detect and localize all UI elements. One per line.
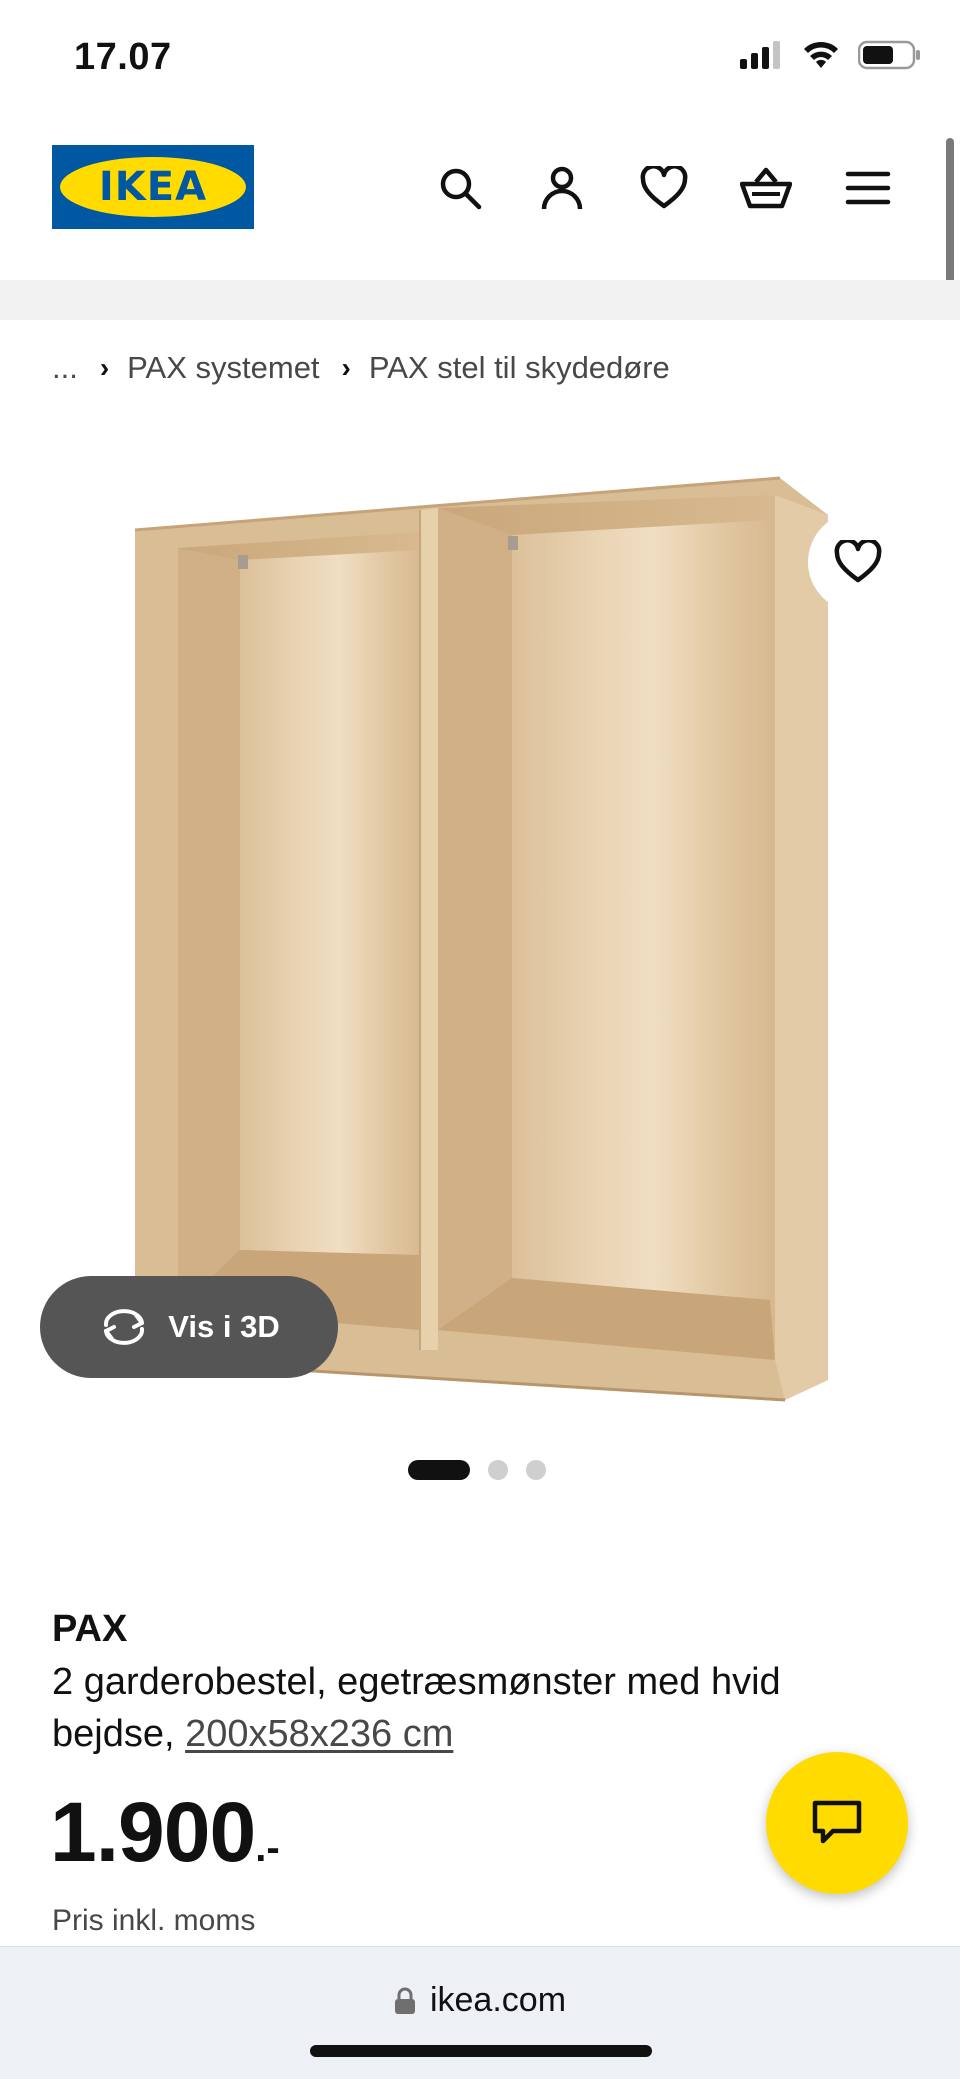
ikea-logo[interactable]: IKEA: [52, 145, 254, 229]
home-indicator[interactable]: [310, 2045, 652, 2057]
header-icons: [430, 158, 898, 218]
basket-button[interactable]: [736, 158, 796, 218]
search-button[interactable]: [430, 158, 490, 218]
url-display[interactable]: ikea.com: [0, 1981, 960, 2020]
wifi-icon: [804, 41, 838, 68]
search-icon: [440, 168, 482, 210]
logo-text: IKEA: [98, 164, 208, 210]
basket-icon: [740, 167, 792, 209]
lock-icon: [394, 1987, 415, 2014]
menu-icon: [845, 171, 891, 205]
breadcrumb-item-pax-system[interactable]: PAX systemet: [127, 350, 319, 386]
signal-icon: [740, 41, 780, 69]
url-text: ikea.com: [429, 1981, 567, 2019]
status-time: 17.07: [74, 36, 172, 78]
status-bar: 17.07: [0, 0, 960, 120]
status-icons: [740, 40, 922, 70]
site-header: IKEA: [0, 120, 960, 280]
account-icon: [541, 166, 583, 210]
view-in-3d-label: Vis i 3D: [168, 1309, 280, 1344]
add-to-favourites-button[interactable]: [808, 512, 908, 612]
chat-button[interactable]: [766, 1752, 908, 1894]
logo-oval: IKEA: [60, 157, 246, 217]
menu-button[interactable]: [838, 158, 898, 218]
breadcrumb-item-pax-frame[interactable]: PAX stel til skydedøre: [369, 350, 670, 386]
battery-icon: [858, 40, 920, 70]
product-size-link[interactable]: 200x58x236 cm: [185, 1713, 453, 1755]
breadcrumb: ... › PAX systemet › PAX stel til skyded…: [52, 350, 670, 386]
chevron-right-icon: ›: [99, 352, 110, 383]
carousel-dot-active[interactable]: [408, 1460, 470, 1480]
price-note: Pris inkl. moms: [52, 1904, 256, 1937]
price-suffix: .-: [255, 1826, 280, 1870]
product-name: PAX: [52, 1608, 128, 1650]
view-in-3d-button[interactable]: Vis i 3D: [40, 1276, 338, 1378]
chat-icon: [812, 1800, 862, 1844]
carousel-indicator: [408, 1460, 546, 1480]
favourites-button[interactable]: [634, 158, 694, 218]
account-button[interactable]: [532, 158, 592, 218]
page-scrollbar[interactable]: [946, 138, 954, 298]
carousel-dot[interactable]: [526, 1460, 546, 1480]
product-price: 1.900 .-: [50, 1790, 280, 1874]
breadcrumb-ellipsis[interactable]: ...: [52, 350, 78, 386]
chevron-right-icon: ›: [341, 352, 351, 383]
heart-icon: [834, 540, 882, 583]
rotate-3d-icon: [104, 1309, 145, 1345]
heart-icon: [640, 166, 688, 209]
price-value: 1.900: [50, 1785, 256, 1879]
browser-address-bar[interactable]: ikea.com: [0, 1946, 960, 2079]
carousel-dot[interactable]: [488, 1460, 508, 1480]
product-description: 2 garderobestel, egetræsmønster med hvid…: [52, 1656, 912, 1760]
promo-banner[interactable]: [0, 280, 960, 320]
